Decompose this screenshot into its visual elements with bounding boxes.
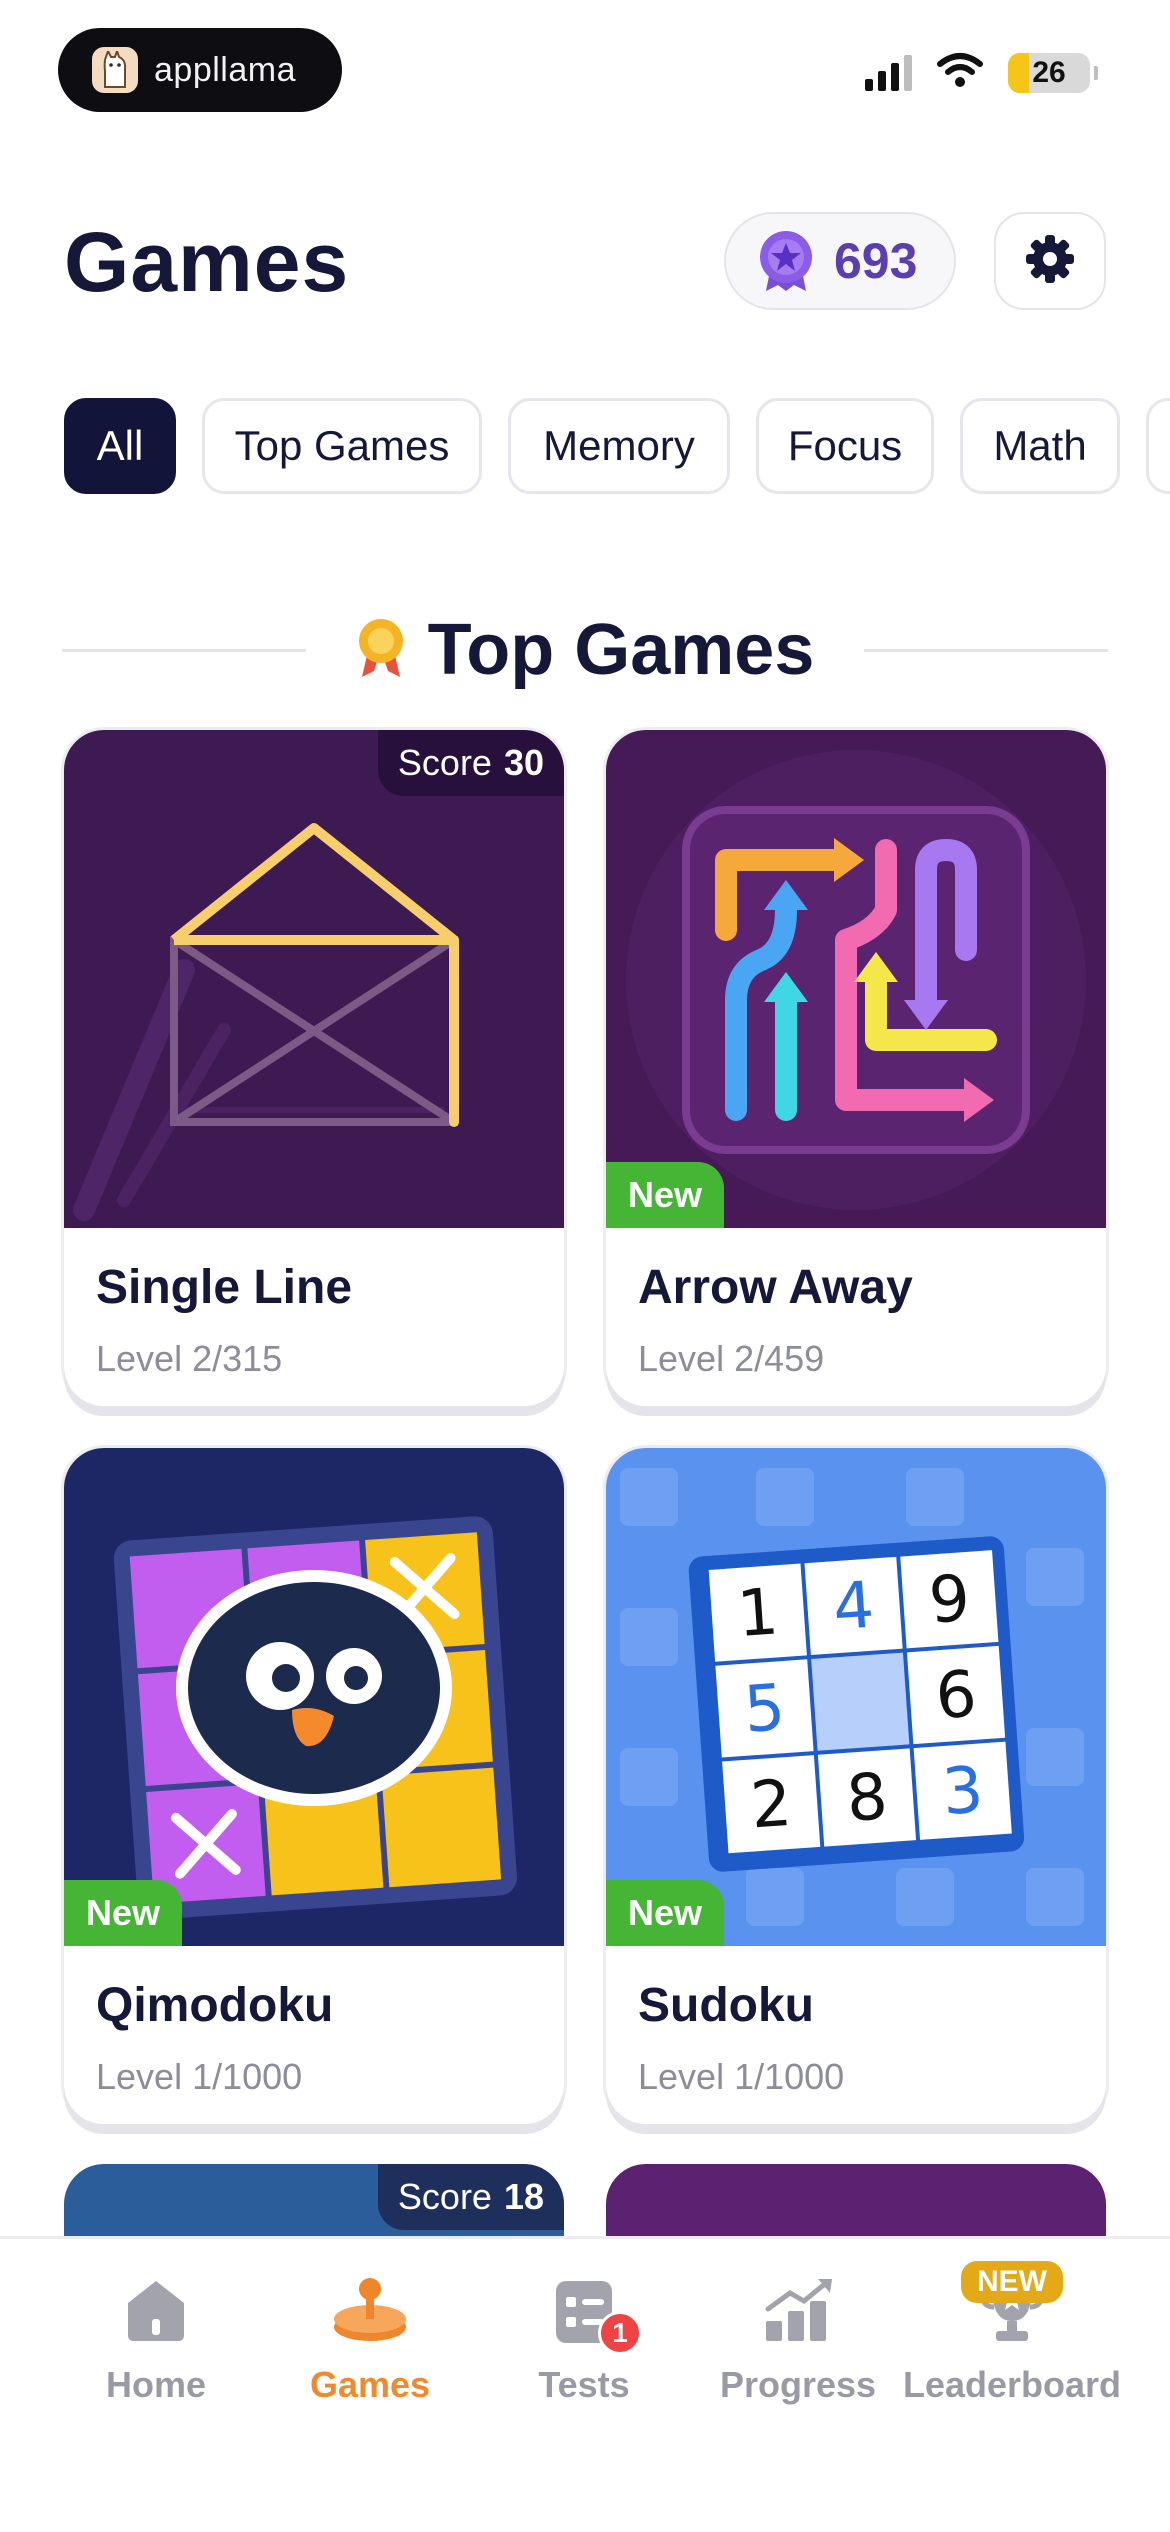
joystick-icon [330, 2275, 410, 2350]
notification-badge: 1 [598, 2311, 642, 2355]
nav-leaderboard[interactable]: NEW Leaderboard [902, 2261, 1122, 2406]
nav-progress[interactable]: Progress [688, 2275, 908, 2406]
game-level: Level 2/315 [96, 1338, 283, 1379]
wifi-icon [936, 52, 984, 93]
nav-label: Tests [538, 2364, 630, 2405]
game-card-qimodoku[interactable]: New Qimodoku Level 1/1000 [64, 1448, 564, 2124]
home-icon [120, 2275, 192, 2350]
score-value: 30 [503, 742, 544, 783]
new-tag: NEW [961, 2261, 1063, 2303]
new-badge: New [64, 1880, 183, 1946]
sudoku-cell [811, 1652, 910, 1751]
score-badge: Score 30 [377, 730, 564, 796]
ribbon-medal-icon [356, 617, 406, 684]
battery-indicator: 26 [1008, 52, 1098, 93]
game-level: Level 1/1000 [638, 2056, 845, 2097]
game-name: Arrow Away [638, 1261, 913, 1314]
gear-icon [1024, 233, 1076, 290]
nav-games[interactable]: Games [260, 2275, 480, 2406]
filter-chip-top-games[interactable]: Top Games [202, 398, 482, 494]
nav-label: Leaderboard [902, 2364, 1122, 2405]
new-badge: New [606, 1162, 725, 1228]
filter-chip-more[interactable] [1146, 398, 1170, 494]
divider-right [864, 648, 1109, 652]
game-name: Single Line [96, 1261, 353, 1314]
sudoku-artwork: 149 5 6 283 [606, 1448, 1106, 1946]
game-card-arrow-away[interactable]: New Arrow Away Level 2/459 [606, 730, 1106, 1406]
divider-left [62, 648, 306, 652]
nav-tests[interactable]: 1 Tests [474, 2275, 694, 2406]
filter-chip-all[interactable]: All [64, 398, 176, 494]
nav-label: Home [105, 2364, 207, 2405]
sudoku-digit: 9 [927, 1562, 973, 1639]
filter-chips: All Top Games Memory Focus Math [64, 398, 1170, 498]
app-pill: appllama [58, 28, 342, 112]
llama-logo-icon [92, 47, 138, 93]
game-card-single-line[interactable]: Score 30 Single Line Level 2/315 [64, 730, 564, 1406]
sudoku-digit: 6 [933, 1658, 979, 1735]
score-label: Score [397, 2176, 492, 2217]
points-button[interactable]: 693 [724, 212, 956, 310]
app-brand-name: appllama [154, 50, 296, 89]
game-card-sudoku[interactable]: 149 5 6 283 New Sudoku Level 1/1000 [606, 1448, 1106, 2124]
game-level: Level 2/459 [638, 1338, 825, 1379]
status-bar: appllama 26 [0, 0, 1170, 130]
sudoku-digit: 2 [748, 1767, 794, 1844]
score-badge: Score 18 [377, 2164, 564, 2230]
sudoku-digit: 5 [742, 1671, 788, 1748]
game-level: Level 1/1000 [96, 2056, 303, 2097]
points-value: 693 [834, 233, 918, 289]
nav-home[interactable]: Home [46, 2275, 266, 2406]
score-value: 18 [503, 2176, 544, 2217]
bottom-tab-bar: Home Games 1 Tests Progress NEW Leaderbo… [0, 2236, 1170, 2532]
sudoku-digit: 4 [831, 1569, 877, 1646]
qimodoku-artwork [64, 1448, 564, 1946]
nav-label: Progress [719, 2364, 877, 2405]
star-medal-icon [756, 229, 816, 293]
page-title: Games [64, 215, 350, 309]
settings-button[interactable] [994, 212, 1106, 310]
bar-chart-icon [760, 2275, 836, 2350]
game-name: Qimodoku [96, 1979, 334, 2032]
battery-level: 26 [1032, 55, 1066, 89]
sudoku-digit: 3 [940, 1753, 986, 1830]
filter-chip-focus[interactable]: Focus [756, 398, 934, 494]
new-badge: New [606, 1880, 725, 1946]
filter-chip-memory[interactable]: Memory [508, 398, 730, 494]
cellular-signal-icon [865, 54, 912, 91]
section-header: Top Games [62, 600, 1109, 700]
nav-label: Games [309, 2364, 431, 2405]
arrow-away-artwork [606, 730, 1106, 1228]
score-label: Score [397, 742, 492, 783]
filter-chip-math[interactable]: Math [960, 398, 1120, 494]
sudoku-digit: 8 [844, 1760, 890, 1837]
sudoku-digit: 1 [735, 1575, 781, 1652]
single-line-artwork [64, 730, 564, 1228]
game-name: Sudoku [638, 1979, 814, 2032]
section-title: Top Games [427, 610, 815, 690]
